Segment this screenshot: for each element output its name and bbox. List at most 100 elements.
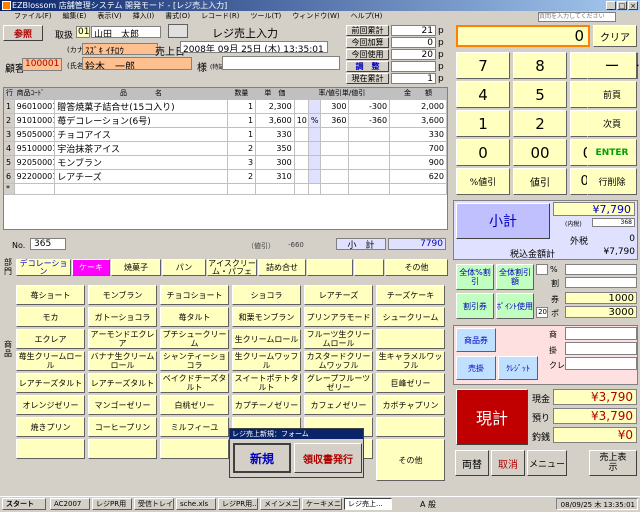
unit-price[interactable]: 350 bbox=[255, 141, 295, 156]
discount-value[interactable]: -300 bbox=[348, 99, 391, 114]
key-1[interactable]: 1 bbox=[456, 110, 510, 137]
unit-price[interactable]: 300 bbox=[255, 155, 295, 170]
product-button[interactable]: バナナ生クリームロール bbox=[88, 351, 157, 371]
product-button[interactable]: オレンジゼリー bbox=[16, 395, 85, 415]
discount-rate[interactable] bbox=[294, 127, 309, 142]
discount-value[interactable] bbox=[348, 155, 391, 170]
used-points-label[interactable]: 今回使用 bbox=[346, 49, 389, 60]
product-button[interactable]: 生クリームロール bbox=[232, 329, 301, 349]
menu-format[interactable]: 書式(O) bbox=[165, 11, 190, 22]
discount-unit[interactable] bbox=[308, 183, 322, 195]
discount-unit-value[interactable] bbox=[320, 183, 350, 195]
product-button[interactable]: 和栗モンブラン bbox=[232, 307, 301, 327]
ime-indicator[interactable]: A 般 bbox=[420, 499, 436, 510]
product-code[interactable]: 96010001 bbox=[14, 99, 56, 114]
current-points-label[interactable]: 現在累計 bbox=[346, 73, 389, 84]
special-notes-field[interactable] bbox=[222, 56, 340, 70]
prev-page-button[interactable]: 前頁 bbox=[587, 81, 637, 108]
table-row[interactable]: 5 92050001 モンブラン 3 300 900 bbox=[4, 155, 447, 170]
product-button[interactable]: ミルフィーユ bbox=[160, 417, 229, 437]
menu-help[interactable]: ヘルプ(H) bbox=[351, 11, 383, 22]
discount-unit[interactable] bbox=[308, 141, 322, 156]
discount-unit-value[interactable] bbox=[320, 141, 350, 156]
menu-tools[interactable]: ツール(T) bbox=[251, 11, 282, 22]
product-button[interactable]: カプチーノゼリー bbox=[232, 395, 301, 415]
product-button[interactable]: レアチーズ bbox=[304, 285, 373, 305]
adjust-points-button[interactable]: 調 整 bbox=[346, 61, 389, 72]
close-button[interactable]: × bbox=[628, 1, 638, 10]
issue-receipt-button[interactable]: 領収書発行 bbox=[294, 443, 362, 473]
sales-view-button[interactable]: 売上表示 bbox=[589, 450, 637, 476]
product-button[interactable]: ガトーショコラ bbox=[88, 307, 157, 327]
credit-amount-field[interactable] bbox=[565, 357, 637, 370]
discount-unit-value[interactable] bbox=[320, 155, 350, 170]
discount-value[interactable] bbox=[348, 183, 391, 195]
quantity[interactable]: 3 bbox=[227, 155, 257, 170]
product-name[interactable]: 苺デコレーション(6号) bbox=[54, 113, 228, 128]
percent-discount-button[interactable]: %値引 bbox=[456, 168, 510, 195]
menu-record[interactable]: レコード(R) bbox=[201, 11, 239, 22]
discount-unit[interactable] bbox=[308, 99, 322, 114]
product-name[interactable]: 贈答焼菓子詰合せ(15コ入り) bbox=[54, 99, 228, 114]
product-button[interactable] bbox=[88, 439, 157, 459]
coupon-value-field[interactable] bbox=[565, 277, 637, 288]
discount-rate[interactable] bbox=[294, 169, 309, 184]
product-button[interactable]: カフェノゼリー bbox=[304, 395, 373, 415]
product-button[interactable]: スイートポテトタルト bbox=[232, 373, 301, 393]
subtotal-button[interactable]: 小計 bbox=[456, 203, 550, 239]
discount-value[interactable] bbox=[348, 127, 391, 142]
unit-price[interactable]: 3,600 bbox=[255, 113, 295, 128]
product-button[interactable]: 白桃ゼリー bbox=[160, 395, 229, 415]
product-button[interactable]: モカ bbox=[16, 307, 85, 327]
credit-sale-button[interactable]: 売掛 bbox=[456, 356, 496, 380]
use-points-button[interactable]: ﾎﾟｲﾝﾄ使用 bbox=[496, 293, 534, 319]
key-0[interactable]: 0 bbox=[456, 139, 510, 166]
credit-sale-amount-field[interactable] bbox=[565, 342, 637, 355]
exchange-button[interactable]: 両替 bbox=[455, 450, 489, 476]
key-4[interactable]: 4 bbox=[456, 81, 510, 108]
maximize-button[interactable]: □ bbox=[617, 1, 627, 10]
discount-rate[interactable]: 10 bbox=[294, 113, 309, 128]
category-baked[interactable]: 焼菓子 bbox=[111, 259, 161, 276]
gift-certificate-button[interactable]: 商品券 bbox=[456, 328, 496, 352]
sales-date-field[interactable]: 2008年 09月 25日 (木) 13:35:01 bbox=[180, 41, 328, 53]
product-button[interactable] bbox=[376, 329, 445, 349]
key-2[interactable]: 2 bbox=[513, 110, 567, 137]
next-page-button[interactable]: 次頁 bbox=[587, 110, 637, 137]
product-name[interactable]: レアチーズ bbox=[54, 169, 228, 184]
product-button[interactable]: シュークリーム bbox=[376, 307, 445, 327]
quantity[interactable]: 2 bbox=[227, 169, 257, 184]
category-empty[interactable] bbox=[354, 259, 384, 276]
product-button[interactable]: レアチーズタルト bbox=[16, 373, 85, 393]
taskbar-item[interactable]: sche.xls bbox=[176, 498, 216, 510]
menu-button[interactable]: メニュー bbox=[527, 450, 567, 476]
product-button[interactable]: フルーツ生クリームロール bbox=[304, 329, 373, 349]
start-button[interactable]: スタート bbox=[2, 498, 46, 510]
discount-voucher-button[interactable]: 割引券 bbox=[456, 293, 494, 319]
product-button[interactable]: レアチーズタルト bbox=[88, 373, 157, 393]
product-button[interactable]: マンゴーゼリー bbox=[88, 395, 157, 415]
product-code[interactable]: 91010001 bbox=[14, 113, 56, 128]
key-minus[interactable]: ー bbox=[587, 52, 637, 79]
product-button[interactable]: 苺生クリームロール bbox=[16, 351, 85, 371]
table-row[interactable]: 2 91010001 苺デコレーション(6号) 1 3,600 10% 360 -360 3,6… bbox=[4, 113, 447, 128]
key-7[interactable]: 7 bbox=[456, 52, 510, 79]
all-percent-discount-button[interactable]: 全体%割引 bbox=[456, 264, 494, 290]
product-name[interactable]: チョコアイス bbox=[54, 127, 228, 142]
browse-button[interactable]: 参照 bbox=[3, 25, 43, 41]
cancel-button[interactable]: 取消 bbox=[491, 450, 525, 476]
table-row[interactable]: 6 92200001 レアチーズ 2 310 620 bbox=[4, 169, 447, 184]
settle-button[interactable]: 現計 bbox=[456, 389, 528, 445]
added-points-label[interactable]: 今回加算 bbox=[346, 37, 389, 48]
category-ice-cream[interactable]: アイスクリーム・パフェ bbox=[207, 259, 257, 276]
product-code[interactable]: 92050001 bbox=[14, 155, 56, 170]
taskbar-item[interactable]: レジPR用... bbox=[218, 498, 258, 510]
product-button[interactable]: シャンティーショコラ bbox=[160, 351, 229, 371]
product-other-button[interactable]: その他 bbox=[376, 439, 445, 481]
product-button[interactable] bbox=[16, 439, 85, 459]
discount-rate[interactable] bbox=[294, 141, 309, 156]
key-5[interactable]: 5 bbox=[513, 81, 567, 108]
product-button[interactable]: ベイクドチーズタルト bbox=[160, 373, 229, 393]
taskbar-item[interactable]: ケーキメニ... bbox=[302, 498, 342, 510]
enter-button[interactable]: ENTER bbox=[587, 139, 637, 166]
